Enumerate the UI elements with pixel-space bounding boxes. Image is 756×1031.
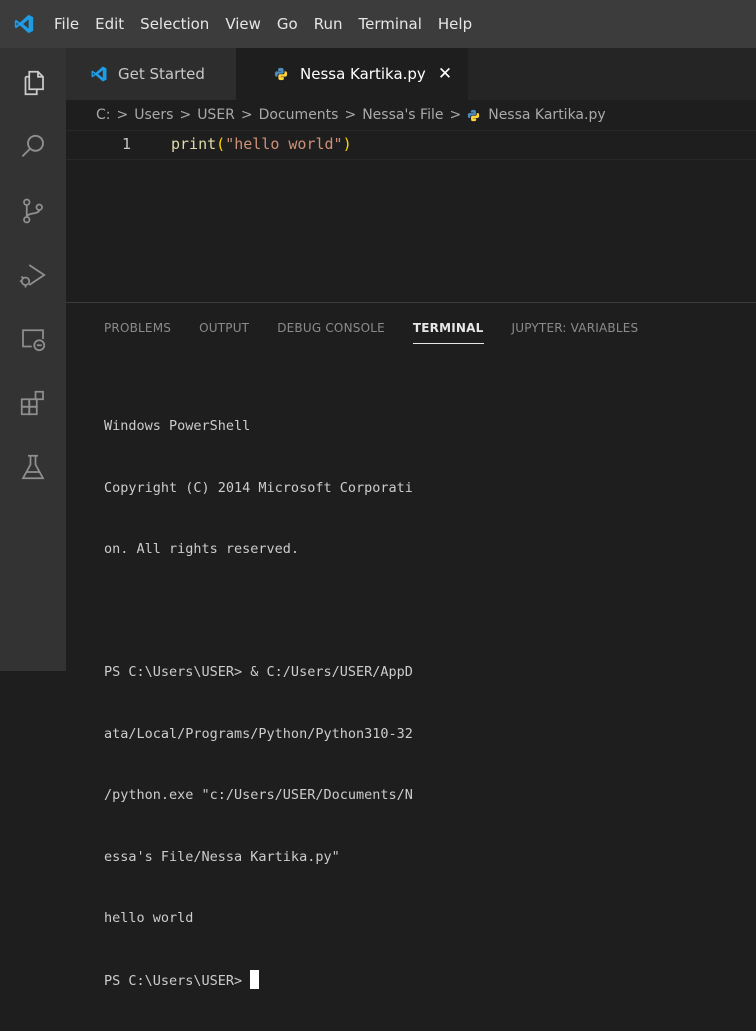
tab-problems[interactable]: PROBLEMS (104, 321, 171, 344)
breadcrumb: C: > Users > USER > Documents > Nessa's … (96, 102, 606, 128)
code-token-string: "hello world" (225, 135, 343, 153)
chevron-right-icon: > (449, 107, 462, 123)
terminal-line: ata/Local/Programs/Python/Python310-32 (104, 725, 413, 742)
testing-icon[interactable] (16, 450, 50, 484)
chevron-right-icon: > (179, 107, 192, 123)
code-token-paren: ( (216, 135, 226, 153)
panel-tab-bar: PROBLEMS OUTPUT DEBUG CONSOLE TERMINAL J… (104, 321, 666, 344)
tab-terminal[interactable]: TERMINAL (412, 321, 484, 344)
tab-output[interactable]: OUTPUT (199, 321, 249, 344)
chevron-right-icon: > (116, 107, 129, 123)
menu-bar: File Edit Selection View Go Run Terminal… (0, 0, 756, 48)
vscode-logo-icon (90, 65, 108, 83)
extensions-icon[interactable] (16, 386, 50, 420)
tab-label: Get Started (118, 65, 205, 83)
explorer-icon[interactable] (16, 66, 50, 100)
breadcrumb-item[interactable]: Users (134, 107, 173, 123)
chevron-right-icon: > (344, 107, 357, 123)
terminal-line: Windows PowerShell (104, 418, 251, 434)
source-control-icon[interactable] (16, 194, 50, 228)
menu-selection[interactable]: Selection (132, 0, 217, 48)
terminal-line: essa's File/Nessa Kartika.py" (104, 848, 340, 865)
terminal-prompt: PS C:\Users\USER> (104, 972, 251, 989)
vscode-logo-icon (0, 0, 48, 48)
breadcrumb-item[interactable]: Nessa's File (362, 107, 443, 123)
terminal-line: Copyright (C) 2014 Microsoft Corporati (104, 479, 413, 496)
terminal-line: hello world (104, 910, 194, 926)
code-token-paren: ) (342, 135, 352, 153)
breadcrumb-item[interactable]: USER (197, 107, 235, 123)
close-icon[interactable]: ✕ (438, 64, 452, 84)
activity-bar (0, 48, 66, 671)
run-debug-icon[interactable] (16, 258, 50, 292)
terminal-cursor (250, 969, 260, 989)
python-icon (274, 67, 288, 81)
breadcrumb-item[interactable]: Documents (259, 107, 339, 123)
terminal-line: on. All rights reserved. (104, 541, 300, 557)
tab-label: Nessa Kartika.py (300, 65, 426, 83)
editor-tab-bar: Get Started Nessa Kartika.py ✕ (66, 48, 756, 100)
menu-help[interactable]: Help (430, 0, 480, 48)
terminal-line: /python.exe "c:/Users/USER/Documents/N (104, 787, 413, 803)
terminal-prompt-line[interactable]: PS C:\Users\USER> (104, 969, 744, 991)
remote-explorer-icon[interactable] (16, 322, 50, 356)
terminal-output[interactable]: Windows PowerShell Copyright (C) 2014 Mi… (104, 375, 744, 1031)
menu-go[interactable]: Go (269, 0, 306, 48)
menu-terminal[interactable]: Terminal (351, 0, 430, 48)
menu-view[interactable]: View (217, 0, 269, 48)
chevron-right-icon: > (240, 107, 253, 123)
tab-debug-console[interactable]: DEBUG CONSOLE (277, 321, 385, 344)
menu-file[interactable]: File (48, 0, 87, 48)
breadcrumb-item[interactable]: Nessa Kartika.py (488, 107, 605, 123)
tab-nessa-kartika-py[interactable]: Nessa Kartika.py ✕ (236, 48, 468, 100)
menu-run[interactable]: Run (306, 0, 351, 48)
breadcrumb-item[interactable]: C: (96, 107, 111, 123)
editor-current-line[interactable]: 1 print("hello world") (66, 130, 756, 160)
search-icon[interactable] (16, 130, 50, 164)
code-token-function: print (171, 135, 217, 153)
tab-jupyter-variables[interactable]: JUPYTER: VARIABLES (512, 321, 639, 344)
python-icon (467, 109, 480, 122)
tab-get-started[interactable]: Get Started (66, 48, 236, 100)
code-line[interactable]: print("hello world") (171, 135, 352, 153)
bottom-panel: PROBLEMS OUTPUT DEBUG CONSOLE TERMINAL J… (66, 302, 756, 989)
line-number: 1 (122, 135, 132, 153)
terminal-line: PS C:\Users\USER> & C:/Users/USER/AppD (104, 664, 413, 680)
menu-edit[interactable]: Edit (87, 0, 132, 48)
